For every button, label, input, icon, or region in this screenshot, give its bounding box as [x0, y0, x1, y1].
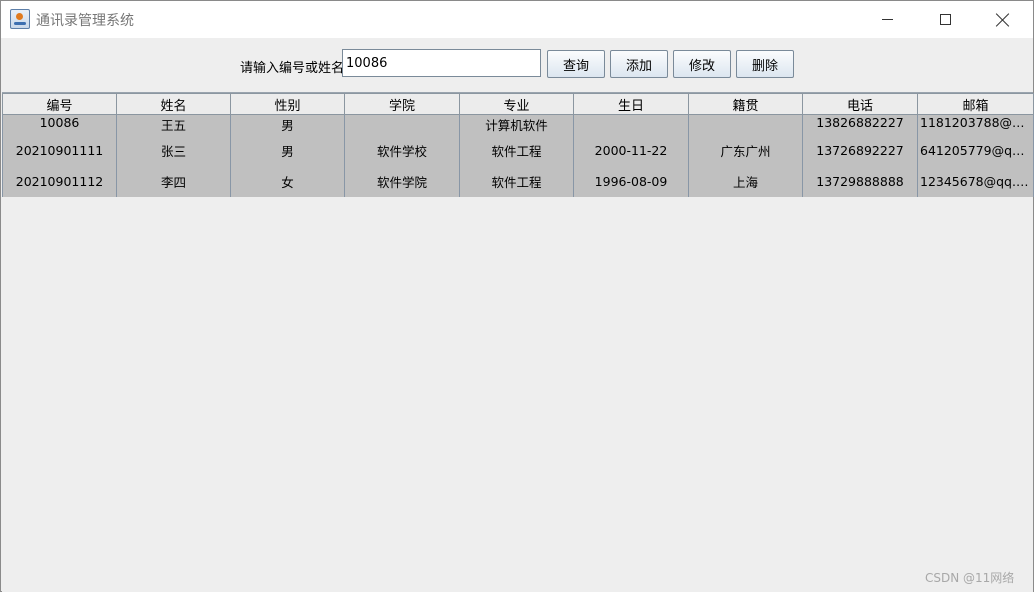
maximize-button[interactable]: [922, 1, 968, 38]
cell-phone[interactable]: 13826882227: [802, 114, 918, 136]
column-header-phone[interactable]: 电话: [802, 93, 918, 115]
column-header-college[interactable]: 学院: [344, 93, 460, 115]
cell-birthday[interactable]: [573, 114, 689, 136]
cell-id[interactable]: 20210901111: [2, 135, 117, 166]
cell-name[interactable]: 李四: [116, 165, 231, 197]
cell-id[interactable]: 20210901112: [2, 165, 117, 197]
cell-major[interactable]: 软件工程: [459, 135, 574, 166]
cell-major[interactable]: 软件工程: [459, 165, 574, 197]
watermark: CSDN @11网络: [925, 571, 1015, 585]
cell-email[interactable]: 12345678@qq.com: [917, 165, 1034, 197]
cell-email[interactable]: 641205779@qq.c...: [917, 135, 1034, 166]
close-icon: [996, 13, 1010, 27]
cell-college[interactable]: [344, 114, 460, 136]
cell-id[interactable]: 10086: [2, 114, 117, 136]
cell-name[interactable]: 张三: [116, 135, 231, 166]
minimize-icon: [881, 19, 893, 20]
close-button[interactable]: [980, 1, 1026, 38]
column-header-name[interactable]: 姓名: [116, 93, 231, 115]
column-header-id[interactable]: 编号: [2, 93, 117, 115]
contacts-table-area[interactable]: 编号 姓名 性别 学院 专业 生日 籍贯 电话 邮箱 10086 王五 男 计算…: [2, 92, 1034, 592]
search-toolbar: 请输入编号或姓名 查询 添加 修改 删除: [1, 38, 1033, 92]
title-bar[interactable]: 通讯录管理系统: [1, 1, 1033, 38]
cell-phone[interactable]: 13729888888: [802, 165, 918, 197]
cell-name[interactable]: 王五: [116, 114, 231, 136]
column-header-major[interactable]: 专业: [459, 93, 574, 115]
delete-button[interactable]: 删除: [736, 50, 794, 78]
table-row[interactable]: 10086 王五 男 计算机软件 13826882227 1181203788@…: [2, 114, 1034, 136]
cell-gender[interactable]: 男: [230, 135, 345, 166]
cell-gender[interactable]: 男: [230, 114, 345, 136]
cell-college[interactable]: 软件学院: [344, 165, 460, 197]
search-label: 请输入编号或姓名: [240, 61, 345, 76]
cell-phone[interactable]: 13726892227: [802, 135, 918, 166]
cell-birthday[interactable]: 2000-11-22: [573, 135, 689, 166]
edit-button[interactable]: 修改: [673, 50, 731, 78]
query-button[interactable]: 查询: [547, 50, 605, 78]
column-header-birthday[interactable]: 生日: [573, 93, 689, 115]
table-header-row: 编号 姓名 性别 学院 专业 生日 籍贯 电话 邮箱: [2, 93, 1034, 115]
table-row[interactable]: 20210901111 张三 男 软件学校 软件工程 2000-11-22 广东…: [2, 135, 1034, 166]
column-header-hometown[interactable]: 籍贯: [688, 93, 803, 115]
minimize-button[interactable]: [864, 1, 910, 38]
table-row[interactable]: 20210901112 李四 女 软件学院 软件工程 1996-08-09 上海…: [2, 165, 1034, 197]
cell-major[interactable]: 计算机软件: [459, 114, 574, 136]
cell-gender[interactable]: 女: [230, 165, 345, 197]
column-header-gender[interactable]: 性别: [230, 93, 345, 115]
add-button[interactable]: 添加: [610, 50, 668, 78]
cell-email[interactable]: 1181203788@qq....: [917, 114, 1034, 136]
contacts-table: 编号 姓名 性别 学院 专业 生日 籍贯 电话 邮箱 10086 王五 男 计算…: [2, 93, 1034, 197]
cell-birthday[interactable]: 1996-08-09: [573, 165, 689, 197]
cell-college[interactable]: 软件学校: [344, 135, 460, 166]
cell-hometown[interactable]: 上海: [688, 165, 803, 197]
cell-hometown[interactable]: [688, 114, 803, 136]
maximize-icon: [939, 14, 951, 25]
search-input[interactable]: [342, 49, 541, 77]
app-window: 通讯录管理系统 请输入编号或姓名 查询 添加 修改 删除 编号: [0, 0, 1034, 592]
cell-hometown[interactable]: 广东广州: [688, 135, 803, 166]
window-title: 通讯录管理系统: [36, 13, 134, 29]
column-header-email[interactable]: 邮箱: [917, 93, 1034, 115]
java-cup-icon: [10, 9, 30, 29]
